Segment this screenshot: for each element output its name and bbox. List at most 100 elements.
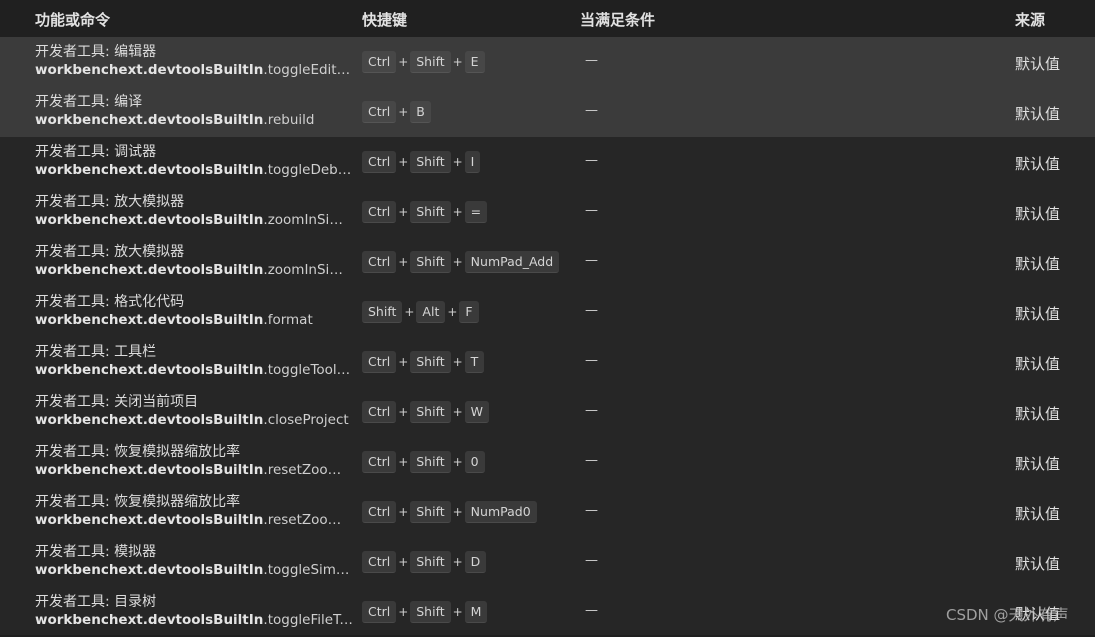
keybinding-cell[interactable]: Ctrl + Shift + NumPad0 [362, 501, 537, 523]
command-id-prefix: workbenchext.devtoolsBuiltIn [35, 512, 264, 528]
header-keybinding[interactable]: 快捷键 [362, 9, 407, 30]
keybinding-cell[interactable]: Ctrl + Shift + E [362, 51, 485, 73]
table-row[interactable]: 开发者工具: 编辑器 workbenchext.devtoolsBuiltIn.t… [0, 37, 1095, 87]
command-cell: 开发者工具: 工具栏 workbenchext.devtoolsBuiltIn.t… [35, 343, 353, 380]
table-row[interactable]: 开发者工具: 工具栏 workbenchext.devtoolsBuiltIn.t… [0, 337, 1095, 387]
keycap: Shift [410, 351, 451, 373]
table-row[interactable]: 开发者工具: 恢复模拟器缩放比率 workbenchext.devtoolsBui… [0, 437, 1095, 487]
keybinding-cell[interactable]: Ctrl + Shift + W [362, 401, 490, 423]
table-row[interactable]: 开发者工具: 放大模拟器 workbenchext.devtoolsBuiltIn… [0, 187, 1095, 237]
command-id: workbenchext.devtoolsBuiltIn.toggleSimul… [35, 561, 353, 580]
command-id: workbenchext.devtoolsBuiltIn.resetZoomSi… [35, 461, 353, 480]
command-cell: 开发者工具: 模拟器 workbenchext.devtoolsBuiltIn.t… [35, 543, 353, 580]
when-cell: — [585, 253, 598, 268]
command-id: workbenchext.devtoolsBuiltIn.rebuild [35, 111, 353, 130]
command-id: workbenchext.devtoolsBuiltIn.closeProjec… [35, 411, 353, 430]
keybinding-cell[interactable]: Ctrl + Shift + M [362, 601, 488, 623]
command-cell: 开发者工具: 编辑器 workbenchext.devtoolsBuiltIn.t… [35, 43, 353, 80]
header-when[interactable]: 当满足条件 [580, 9, 655, 30]
command-id-suffix: .format [263, 312, 313, 328]
key-separator: + [398, 405, 409, 419]
command-cell: 开发者工具: 编译 workbenchext.devtoolsBuiltIn.re… [35, 93, 353, 130]
command-title: 开发者工具: 工具栏 [35, 344, 157, 360]
command-title: 开发者工具: 恢复模拟器缩放比率 [35, 494, 241, 510]
when-cell: — [585, 553, 598, 568]
keycap: Ctrl [362, 451, 397, 473]
keybinding-cell[interactable]: Ctrl + B [362, 101, 431, 123]
keybinding-cell[interactable]: Ctrl + Shift + D [362, 551, 487, 573]
keybinding-cell[interactable]: Ctrl + Shift + NumPad_Add [362, 251, 560, 273]
table-row[interactable]: 开发者工具: 模拟器 workbenchext.devtoolsBuiltIn.t… [0, 537, 1095, 587]
command-id-prefix: workbenchext.devtoolsBuiltIn [35, 412, 264, 428]
command-cell: 开发者工具: 放大模拟器 workbenchext.devtoolsBuiltIn… [35, 243, 353, 280]
keycap: Ctrl [362, 501, 397, 523]
keycap: 0 [464, 451, 485, 473]
table-row[interactable]: 开发者工具: 关闭当前项目 workbenchext.devtoolsBuiltI… [0, 387, 1095, 437]
keybinding-cell[interactable]: Ctrl + Shift + = [362, 201, 488, 223]
table-row[interactable]: 开发者工具: 调试器 workbenchext.devtoolsBuiltIn.t… [0, 137, 1095, 187]
command-id-prefix: workbenchext.devtoolsBuiltIn [35, 362, 264, 378]
header-source[interactable]: 来源 [1015, 9, 1045, 30]
command-id-suffix: .resetZoomSim... [263, 462, 353, 478]
key-separator: + [452, 355, 463, 369]
keycap: D [464, 551, 487, 573]
key-separator: + [398, 455, 409, 469]
key-separator: + [447, 305, 458, 319]
keycap: NumPad0 [464, 501, 537, 523]
source-cell: 默认值 [1015, 205, 1061, 223]
keycap: Shift [410, 551, 451, 573]
when-cell: — [585, 403, 598, 418]
source-cell: 默认值 [1015, 305, 1061, 323]
source-cell: 默认值 [1015, 55, 1061, 73]
command-id-suffix: .rebuild [263, 112, 315, 128]
when-cell: — [585, 53, 598, 68]
command-title: 开发者工具: 格式化代码 [35, 294, 185, 310]
table-row[interactable]: 开发者工具: 目录树 workbenchext.devtoolsBuiltIn.t… [0, 587, 1095, 637]
source-cell: 默认值 [1015, 555, 1061, 573]
table-row[interactable]: 开发者工具: 恢复模拟器缩放比率 workbenchext.devtoolsBui… [0, 487, 1095, 537]
command-cell: 开发者工具: 目录树 workbenchext.devtoolsBuiltIn.t… [35, 593, 353, 630]
command-title: 开发者工具: 放大模拟器 [35, 244, 185, 260]
header-function[interactable]: 功能或命令 [35, 9, 110, 30]
source-cell: 默认值 [1015, 255, 1061, 273]
key-separator: + [452, 605, 463, 619]
command-id: workbenchext.devtoolsBuiltIn.zoomInSimul… [35, 211, 353, 230]
command-id-prefix: workbenchext.devtoolsBuiltIn [35, 112, 264, 128]
keycap: = [464, 201, 488, 223]
key-separator: + [452, 255, 463, 269]
watermark: CSDN @天外有声 [946, 606, 1069, 624]
keybindings-table: 功能或命令 快捷键 当满足条件 来源 开发者工具: 编辑器 workbenchex… [0, 0, 1095, 635]
keycap: Ctrl [362, 51, 397, 73]
keybinding-cell[interactable]: Shift + Alt + F [362, 301, 479, 323]
command-id: workbenchext.devtoolsBuiltIn.toggleFileT… [35, 611, 353, 630]
keycap: Shift [410, 151, 451, 173]
command-id-prefix: workbenchext.devtoolsBuiltIn [35, 312, 264, 328]
table-row[interactable]: 开发者工具: 格式化代码 workbenchext.devtoolsBuiltIn… [0, 287, 1095, 337]
when-cell: — [585, 503, 598, 518]
keycap: Shift [410, 501, 451, 523]
keybinding-cell[interactable]: Ctrl + Shift + I [362, 151, 481, 173]
table-row[interactable]: 开发者工具: 放大模拟器 workbenchext.devtoolsBuiltIn… [0, 237, 1095, 287]
command-id-prefix: workbenchext.devtoolsBuiltIn [35, 462, 264, 478]
key-separator: + [452, 555, 463, 569]
key-separator: + [398, 205, 409, 219]
key-separator: + [398, 55, 409, 69]
table-row[interactable]: 开发者工具: 编译 workbenchext.devtoolsBuiltIn.re… [0, 87, 1095, 137]
keycap: Shift [410, 401, 451, 423]
command-id-suffix: .zoomInSimulat... [263, 212, 353, 228]
command-title: 开发者工具: 放大模拟器 [35, 194, 185, 210]
keybinding-cell[interactable]: Ctrl + Shift +0 [362, 451, 485, 473]
key-separator: + [452, 155, 463, 169]
table-header: 功能或命令 快捷键 当满足条件 来源 [0, 0, 1095, 37]
keybinding-cell[interactable]: Ctrl + Shift + T [362, 351, 485, 373]
keycap: Ctrl [362, 151, 397, 173]
command-id: workbenchext.devtoolsBuiltIn.resetZoomSi… [35, 511, 353, 530]
keycap: Shift [410, 251, 451, 273]
command-id: workbenchext.devtoolsBuiltIn.toggleDebug… [35, 161, 353, 180]
key-separator: + [452, 55, 463, 69]
command-id-suffix: .resetZoomSim... [263, 512, 353, 528]
source-cell: 默认值 [1015, 455, 1061, 473]
key-separator: + [398, 355, 409, 369]
command-cell: 开发者工具: 恢复模拟器缩放比率 workbenchext.devtoolsBui… [35, 443, 353, 480]
source-cell: 默认值 [1015, 405, 1061, 423]
